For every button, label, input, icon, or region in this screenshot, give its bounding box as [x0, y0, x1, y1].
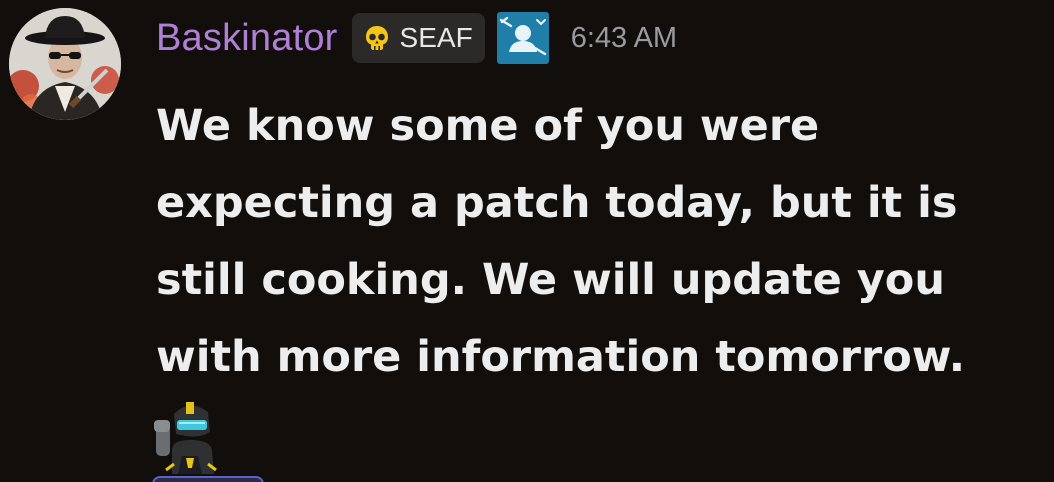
helldiver-salute-emoji[interactable]	[152, 400, 228, 474]
role-user-icon[interactable]	[496, 12, 549, 64]
skull-icon	[365, 26, 388, 50]
reaction-button[interactable]	[152, 476, 264, 482]
author-name[interactable]: Baskinator	[156, 17, 338, 60]
message-content: We know some of you were expecting a pat…	[156, 101, 966, 382]
chat-message: Baskinator SEAF 6:43 AM We know some of …	[0, 0, 1054, 482]
avatar-image	[9, 8, 121, 120]
server-tag[interactable]: SEAF	[351, 13, 485, 63]
message-timestamp[interactable]: 6:43 AM	[571, 22, 677, 55]
message-header: Baskinator SEAF 6:43 AM	[156, 12, 677, 64]
user-avatar[interactable]	[9, 8, 121, 120]
server-tag-label: SEAF	[399, 22, 473, 53]
